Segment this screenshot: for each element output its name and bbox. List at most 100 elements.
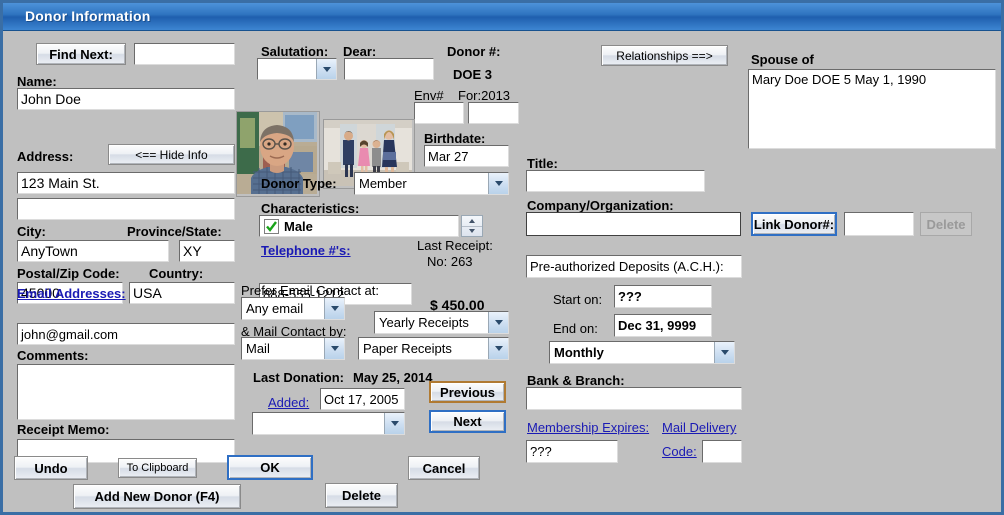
receipt-frequency-combo[interactable]: Yearly Receipts: [374, 311, 509, 334]
characteristic-male-label: Male: [284, 219, 313, 234]
company-label: Company/Organization:: [527, 198, 674, 213]
characteristics-label: Characteristics:: [261, 201, 359, 216]
checkbox-checked-icon[interactable]: [264, 219, 279, 234]
name-input[interactable]: John Doe: [17, 88, 235, 110]
address-line2-input[interactable]: [17, 198, 235, 220]
title-bar: Donor Information: [3, 3, 1001, 31]
donor-type-value: Member: [355, 176, 488, 191]
to-clipboard-button[interactable]: To Clipboard: [118, 458, 197, 478]
ach-section-label: Pre-authorized Deposits (A.C.H.):: [526, 255, 742, 278]
bank-branch-label: Bank & Branch:: [527, 373, 625, 388]
chevron-down-icon[interactable]: [488, 338, 508, 359]
env-input[interactable]: [414, 102, 464, 124]
receipt-frequency-value: Yearly Receipts: [375, 315, 488, 330]
last-receipt-number: No: 263: [427, 254, 473, 269]
link-donor-button[interactable]: Link Donor#:: [751, 212, 837, 236]
chevron-down-icon[interactable]: [324, 298, 344, 319]
donor-type-combo[interactable]: Member: [354, 172, 509, 195]
characteristics-spinner[interactable]: [461, 215, 483, 237]
prefer-email-label: Prefer Email Contact at:: [241, 283, 379, 298]
code-link[interactable]: Code:: [662, 444, 697, 459]
start-on-input[interactable]: ???: [614, 285, 712, 308]
donor-number-value: DOE 3: [453, 67, 492, 82]
title-input[interactable]: [526, 170, 705, 192]
country-input[interactable]: USA: [129, 282, 235, 304]
previous-button[interactable]: Previous: [429, 381, 506, 403]
window-title: Donor Information: [25, 8, 151, 24]
name-label: Name:: [17, 74, 57, 89]
city-label: City:: [17, 224, 46, 239]
donor-type-label: Donor Type:: [261, 176, 337, 191]
prefer-email-combo[interactable]: Any email: [241, 297, 345, 320]
start-on-label: Start on:: [553, 292, 602, 307]
membership-expires-input[interactable]: ???: [526, 440, 618, 463]
postal-label: Postal/Zip Code:: [17, 266, 120, 281]
spinner-down-icon[interactable]: [462, 227, 482, 237]
telephone-numbers-link[interactable]: Telephone #'s:: [261, 243, 351, 258]
spinner-up-icon[interactable]: [462, 216, 482, 227]
city-input[interactable]: AnyTown: [17, 240, 169, 262]
email-input[interactable]: john@gmail.com: [17, 323, 235, 345]
ok-button[interactable]: OK: [227, 455, 313, 480]
chevron-down-icon[interactable]: [714, 342, 734, 363]
find-next-button[interactable]: Find Next:: [36, 43, 126, 65]
receipt-memo-label: Receipt Memo:: [17, 422, 109, 437]
country-label: Country:: [149, 266, 203, 281]
salutation-label: Salutation:: [261, 44, 328, 59]
comments-input[interactable]: [17, 364, 235, 420]
title-label: Title:: [527, 156, 558, 171]
province-label: Province/State:: [127, 224, 222, 239]
last-receipt-label: Last Receipt:: [417, 238, 493, 253]
comments-label: Comments:: [17, 348, 89, 363]
undo-button[interactable]: Undo: [14, 456, 88, 480]
end-on-label: End on:: [553, 321, 598, 336]
relationships-button[interactable]: Relationships ==>: [601, 45, 728, 66]
membership-expires-link[interactable]: Membership Expires:: [527, 420, 649, 435]
donor-information-window: Donor Information Find Next: Name: John …: [0, 0, 1004, 515]
next-button[interactable]: Next: [429, 410, 506, 433]
add-new-donor-button[interactable]: Add New Donor (F4): [73, 484, 241, 509]
dear-label: Dear:: [343, 44, 376, 59]
characteristic-male-checkbox-row[interactable]: Male: [259, 215, 459, 237]
mail-delivery-link[interactable]: Mail Delivery: [662, 420, 736, 435]
mail-contact-combo[interactable]: Mail: [241, 337, 345, 360]
donor-number-label: Donor #:: [447, 44, 500, 59]
email-addresses-link[interactable]: Email Addresses:: [17, 286, 126, 301]
for-year-label: For:2013: [458, 88, 510, 103]
birthdate-label: Birthdate:: [424, 131, 485, 146]
hide-info-button[interactable]: <== Hide Info: [108, 144, 235, 165]
spouse-of-list[interactable]: Mary Doe DOE 5 May 1, 1990: [748, 69, 996, 149]
mail-contact-value: Mail: [242, 341, 324, 356]
receipt-type-value: Paper Receipts: [359, 341, 488, 356]
find-next-input[interactable]: [134, 43, 235, 65]
receipt-type-combo[interactable]: Paper Receipts: [358, 337, 509, 360]
company-input[interactable]: [526, 212, 741, 236]
chevron-down-icon[interactable]: [488, 173, 508, 194]
prefer-email-value: Any email: [242, 301, 324, 316]
cancel-button[interactable]: Cancel: [408, 456, 480, 480]
delete-link-button: Delete: [920, 212, 972, 236]
end-on-input[interactable]: Dec 31, 9999: [614, 314, 712, 337]
address-line1-input[interactable]: 123 Main St.: [17, 172, 235, 194]
dear-input[interactable]: [344, 58, 434, 80]
chevron-down-icon[interactable]: [324, 338, 344, 359]
birthdate-input[interactable]: Mar 27: [424, 145, 509, 167]
ach-frequency-combo[interactable]: Monthly: [549, 341, 735, 364]
province-input[interactable]: XY: [179, 240, 235, 262]
added-link[interactable]: Added:: [268, 395, 309, 410]
chevron-down-icon[interactable]: [488, 312, 508, 333]
chevron-down-icon[interactable]: [384, 413, 404, 434]
last-donation-value: May 25, 2014: [353, 370, 433, 385]
salutation-combo[interactable]: [257, 58, 337, 80]
code-input[interactable]: [702, 440, 742, 463]
chevron-down-icon[interactable]: [316, 59, 336, 79]
address-label: Address:: [17, 149, 73, 164]
added-date-input[interactable]: Oct 17, 2005: [320, 388, 405, 410]
added-combo[interactable]: [252, 412, 405, 435]
link-donor-input[interactable]: [844, 212, 914, 236]
for-year-input[interactable]: [468, 102, 519, 124]
env-label: Env#: [414, 88, 444, 103]
last-donation-label: Last Donation:: [253, 370, 344, 385]
delete-button[interactable]: Delete: [325, 483, 398, 508]
bank-branch-input[interactable]: [526, 387, 742, 410]
